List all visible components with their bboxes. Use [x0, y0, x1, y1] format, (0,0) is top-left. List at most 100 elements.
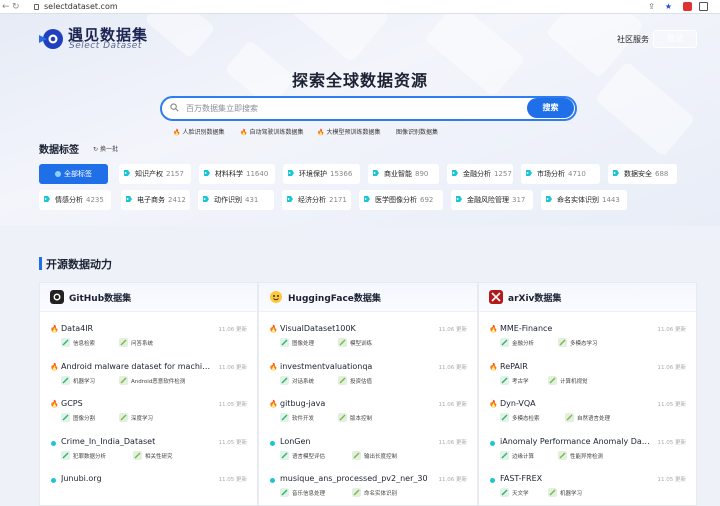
search-input[interactable]: [186, 100, 486, 116]
dataset-title[interactable]: RePAIR: [500, 362, 652, 371]
tag-item[interactable]: 经济分析 2171: [282, 190, 351, 210]
community-link[interactable]: 社区服务: [617, 34, 649, 45]
dataset-tag[interactable]: 多模态学习: [558, 338, 598, 349]
dataset-title[interactable]: MME-Finance: [500, 324, 652, 333]
list-item[interactable]: LonGen 11.06 更新 语言模型评估 输出长度控制: [259, 437, 477, 472]
list-item[interactable]: 🔥 Dyn-VQA 11.05 更新 多模态检索 自然语言处理: [479, 399, 696, 434]
dataset-title[interactable]: Junubi.org: [61, 474, 213, 483]
dataset-tag-label: 犯罪数据分析: [73, 453, 107, 460]
list-item[interactable]: 🔥 MME-Finance 11.06 更新 金融分析 多模态学习: [479, 324, 696, 359]
fire-icon: 🔥: [489, 325, 498, 333]
list-item[interactable]: musique_ans_processed_pv2_ner_30 11.06 更新…: [259, 474, 477, 506]
dot-icon: [51, 478, 56, 483]
tag-item[interactable]: 电子商务 2412: [121, 190, 190, 210]
dataset-tag-label: 自然语言处理: [577, 416, 611, 422]
hot-link[interactable]: 🔥 自动驾驶训练数据集: [240, 127, 304, 136]
star-icon[interactable]: ★: [664, 2, 673, 11]
dataset-title[interactable]: iAnomaly Performance Anomaly Dataset: [500, 437, 652, 446]
list-item[interactable]: FAST-FREX 11.05 更新 天文学 机器学习: [479, 474, 696, 506]
back-icon[interactable]: ←: [2, 2, 10, 12]
dataset-title[interactable]: Dyn-VQA: [500, 399, 652, 408]
dataset-title[interactable]: VisualDataset100K: [280, 324, 432, 333]
dataset-title[interactable]: Data4IR: [61, 324, 213, 333]
list-item[interactable]: 🔥 Android malware dataset for machine ...…: [40, 362, 257, 397]
reload-icon[interactable]: ↻: [12, 2, 20, 12]
list-item[interactable]: 🔥 GCPS 11.05 更新 图像分割 深度学习: [40, 399, 257, 434]
dataset-tag[interactable]: 性能异常检测: [558, 450, 603, 462]
tag-item[interactable]: 环境保护 15366: [283, 164, 360, 184]
refresh-tags-button[interactable]: ↻ 换一批: [93, 144, 118, 153]
dataset-tag[interactable]: Android恶意软件检测: [119, 375, 185, 387]
list-item[interactable]: Junubi.org 11.05 更新: [40, 474, 257, 506]
window-icon[interactable]: [699, 2, 708, 11]
tag-item[interactable]: 情感分析 4235: [39, 190, 111, 210]
dataset-title[interactable]: gitbug-java: [280, 399, 432, 408]
dataset-tag[interactable]: 金融分析: [500, 338, 534, 349]
dataset-tag[interactable]: 图像分割: [61, 413, 95, 424]
dataset-tag[interactable]: 音乐信息处理: [280, 488, 325, 499]
dataset-tag[interactable]: 语言模型评估: [280, 450, 325, 462]
dataset-tag[interactable]: 多模态检索: [500, 413, 540, 424]
dataset-tag[interactable]: 计算机视觉: [548, 375, 588, 387]
dataset-tag[interactable]: 版本控制: [338, 413, 372, 424]
tag-all[interactable]: 全部标签: [39, 164, 108, 184]
tag-item[interactable]: 动作识别 431: [198, 190, 274, 210]
dataset-title[interactable]: Android malware dataset for machine ...: [61, 362, 213, 371]
dataset-title[interactable]: musique_ans_processed_pv2_ner_30: [280, 474, 432, 483]
dataset-tag[interactable]: 问答系统: [119, 338, 153, 349]
list-item[interactable]: iAnomaly Performance Anomaly Dataset 11.0…: [479, 437, 696, 472]
tag-item[interactable]: 金融分析 1257: [447, 164, 513, 184]
extension-icon[interactable]: [683, 2, 692, 11]
dataset-tag[interactable]: 边缘计算: [500, 450, 534, 462]
hot-link[interactable]: 🔥 人脸识别数据集: [173, 127, 225, 136]
dataset-tag-label: 天文学: [512, 491, 529, 497]
hot-link[interactable]: 图像识别数据集: [396, 127, 438, 136]
tag-item[interactable]: 医学图像分析 692: [359, 190, 443, 210]
dataset-tag[interactable]: 对话系统: [280, 375, 314, 387]
dataset-tag[interactable]: 相关性研究: [133, 450, 173, 462]
login-button[interactable]: 登录: [653, 30, 697, 48]
tag-icon: [61, 413, 70, 422]
dataset-tag[interactable]: 机器学习: [61, 375, 95, 387]
dataset-tag[interactable]: 深度学习: [119, 413, 153, 424]
list-item[interactable]: Crime_In_India_Dataset 11.05 更新 犯罪数据分析 相关性研…: [40, 437, 257, 472]
dataset-title[interactable]: GCPS: [61, 399, 213, 408]
dataset-tag[interactable]: 命名实体识别: [352, 488, 397, 499]
tag-item[interactable]: 材料科学 11640: [199, 164, 275, 184]
tag-label: 动作识别: [214, 196, 242, 204]
list-item[interactable]: 🔥 gitbug-java 11.06 更新 软件开发 版本控制: [259, 399, 477, 434]
address-bar[interactable]: selectdataset.com: [34, 1, 118, 13]
dataset-title[interactable]: Crime_In_India_Dataset: [61, 437, 213, 446]
dataset-title[interactable]: FAST-FREX: [500, 474, 652, 483]
list-item[interactable]: 🔥 Data4IR 11.06 更新 信息检索 问答系统: [40, 324, 257, 359]
dataset-tag[interactable]: 天文学: [500, 488, 529, 499]
dataset-tag[interactable]: 投资估值: [338, 375, 372, 387]
dataset-tag[interactable]: 机器学习: [548, 488, 582, 499]
list-item[interactable]: 🔥 VisualDataset100K 11.06 更新 图像处理 模型训练: [259, 324, 477, 359]
dataset-tag[interactable]: 信息检索: [61, 338, 95, 349]
dataset-tag[interactable]: 图像处理: [280, 338, 314, 349]
search-button[interactable]: 搜索: [527, 98, 574, 118]
dataset-tag[interactable]: 犯罪数据分析: [61, 450, 107, 462]
tag-item[interactable]: 数据安全 688: [608, 164, 677, 184]
dataset-tag[interactable]: 自然语言处理: [565, 413, 610, 424]
hot-link[interactable]: 🔥 大模型预训练数据集: [317, 127, 381, 136]
dataset-tag[interactable]: 输出长度控制: [352, 450, 397, 462]
dataset-tag[interactable]: 考古学: [500, 375, 529, 387]
tag-item[interactable]: 金融风险管理 317: [451, 190, 533, 210]
tag-item[interactable]: 市场分析 4710: [521, 164, 600, 184]
tag-icon: [280, 488, 289, 497]
tag-item[interactable]: 命名实体识别 1443: [541, 190, 627, 210]
dataset-title[interactable]: LonGen: [280, 437, 432, 446]
dataset-title[interactable]: investmentvaluationqa: [280, 362, 432, 371]
list-item[interactable]: 🔥 investmentvaluationqa 11.06 更新 对话系统 投资估值: [259, 362, 477, 397]
dataset-tag[interactable]: 模型训练: [338, 338, 372, 349]
share-icon[interactable]: ⇪: [647, 2, 656, 11]
logo-icon[interactable]: [38, 26, 64, 52]
tag-icon: [287, 165, 295, 176]
dataset-tag[interactable]: 软件开发: [280, 413, 314, 424]
tag-item[interactable]: 知识产权 2157: [119, 164, 191, 184]
tag-item[interactable]: 商业智能 890: [368, 164, 439, 184]
dataset-tag-label: 图像分割: [73, 416, 96, 422]
list-item[interactable]: 🔥 RePAIR 11.06 更新 考古学 计算机视觉: [479, 362, 696, 397]
